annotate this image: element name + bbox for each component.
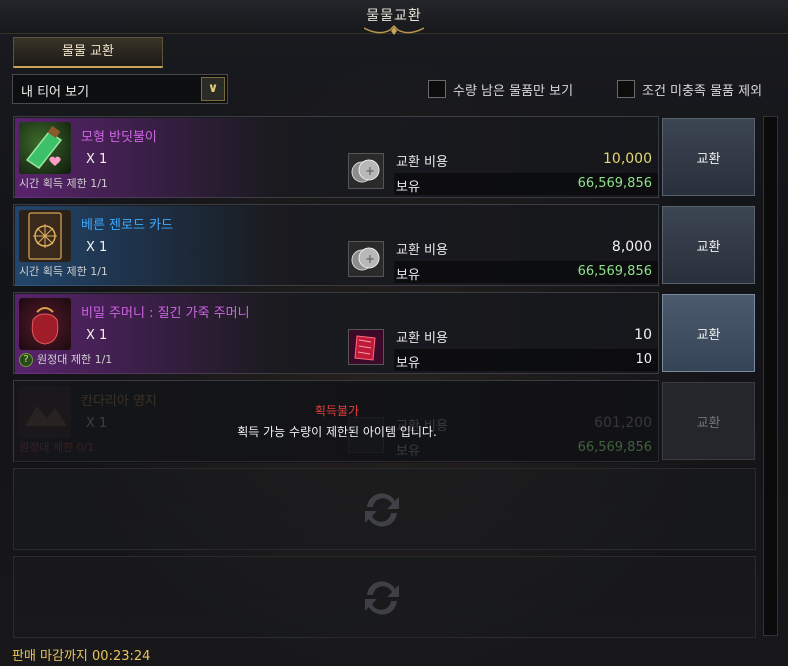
checkbox-exclude-unmet[interactable]: 조건 미충족 물품 제외 bbox=[617, 79, 762, 99]
chevron-down-icon[interactable]: ∨ bbox=[201, 77, 225, 101]
svg-text:+: + bbox=[365, 252, 375, 266]
unavailable-title: 획득불가 bbox=[314, 404, 360, 418]
cost-value: 8,000 bbox=[611, 239, 652, 255]
item-row-body: 칸다리아 영지 X 1 원정대 제한 0/1 교환 비용 601,200 보유 … bbox=[13, 380, 660, 463]
title-ornament-icon bbox=[364, 24, 424, 35]
svg-text:+: + bbox=[365, 164, 375, 178]
cost-label: 교환 비용 bbox=[396, 243, 448, 258]
checkbox-remaining-label: 수량 남은 물품만 보기 bbox=[453, 83, 574, 99]
window-title: 물물교환 bbox=[366, 8, 422, 24]
exchange-button[interactable]: 교환 bbox=[662, 294, 755, 372]
owned-label: 보유 bbox=[396, 356, 420, 371]
item-row-body: 비밀 주머니 : 질긴 가죽 주머니 X 1 ? 원정대 제한 1/1 교환 비용… bbox=[13, 292, 659, 374]
item-quantity: X 1 bbox=[86, 328, 108, 343]
item-limit-text: 원정대 제한 1/1 bbox=[37, 353, 113, 366]
item-row-body: 모형 반딧불이 X 1 시간 획득 제한 1/1 + 교환 비용 10,000 … bbox=[13, 116, 659, 198]
list-item-unavailable: 칸다리아 영지 X 1 원정대 제한 0/1 교환 비용 601,200 보유 … bbox=[13, 380, 756, 463]
card-icon bbox=[19, 210, 71, 262]
tier-dropdown[interactable]: 내 티어 보기 ∨ bbox=[12, 74, 228, 104]
checkbox-remaining-only[interactable]: 수량 남은 물품만 보기 bbox=[428, 79, 573, 99]
exchange-button-disabled: 교환 bbox=[662, 382, 755, 460]
refresh-icon bbox=[365, 493, 399, 527]
item-name: 베른 젠로드 카드 bbox=[81, 218, 173, 233]
item-list: 모형 반딧불이 X 1 시간 획득 제한 1/1 + 교환 비용 10,000 … bbox=[13, 116, 756, 640]
window-titlebar: 물물교환 bbox=[0, 0, 788, 35]
cost-label: 교환 비용 bbox=[396, 331, 448, 346]
refresh-icon bbox=[365, 581, 399, 615]
unavailable-message: 획득 가능 수량이 제한된 아이템 입니다. bbox=[237, 425, 437, 439]
item-limit: 시간 획득 제한 1/1 bbox=[19, 265, 108, 278]
item-limit: ? 원정대 제한 1/1 bbox=[19, 351, 112, 367]
owned-value: 66,569,856 bbox=[577, 264, 652, 279]
empty-slot bbox=[13, 468, 756, 550]
checkbox-box[interactable] bbox=[617, 80, 635, 98]
sale-deadline: 판매 마감까지 00:23:24 bbox=[12, 649, 151, 664]
list-item: 모형 반딧불이 X 1 시간 획득 제한 1/1 + 교환 비용 10,000 … bbox=[13, 116, 756, 198]
owned-label: 보유 bbox=[396, 268, 420, 283]
firefly-bottle-icon bbox=[19, 122, 71, 174]
owned-strip bbox=[394, 349, 658, 371]
cost-value: 10 bbox=[634, 327, 652, 343]
item-row-body: 베른 젠로드 카드 X 1 시간 획득 제한 1/1 + 교환 비용 8,000… bbox=[13, 204, 659, 286]
cost-value: 10,000 bbox=[603, 151, 652, 167]
checkbox-box[interactable] bbox=[428, 80, 446, 98]
list-item: 베른 젠로드 카드 X 1 시간 획득 제한 1/1 + 교환 비용 8,000… bbox=[13, 204, 756, 286]
exchange-button[interactable]: 교환 bbox=[662, 206, 755, 284]
unavailable-overlay: 획득불가 획득 가능 수량이 제한된 아이템 입니다. bbox=[14, 381, 660, 463]
item-quantity: X 1 bbox=[86, 152, 108, 167]
tier-dropdown-value: 내 티어 보기 bbox=[21, 85, 90, 100]
item-name: 모형 반딧불이 bbox=[81, 130, 157, 145]
owned-label: 보유 bbox=[396, 180, 420, 195]
item-limit: 시간 획득 제한 1/1 bbox=[19, 177, 108, 190]
empty-slot bbox=[13, 556, 756, 638]
pouch-icon bbox=[19, 298, 71, 350]
owned-value: 10 bbox=[635, 352, 652, 367]
tab-barter[interactable]: 물물 교환 bbox=[13, 37, 163, 68]
question-icon[interactable]: ? bbox=[19, 353, 33, 367]
exchange-button[interactable]: 교환 bbox=[662, 118, 755, 196]
cost-label: 교환 비용 bbox=[396, 155, 448, 170]
list-item: 비밀 주머니 : 질긴 가죽 주머니 X 1 ? 원정대 제한 1/1 교환 비용… bbox=[13, 292, 756, 374]
silver-coin-icon: + bbox=[348, 241, 384, 277]
checkbox-exclude-label: 조건 미충족 물품 제외 bbox=[642, 83, 763, 99]
owned-value: 66,569,856 bbox=[577, 176, 652, 191]
cloth-material-icon bbox=[348, 329, 384, 365]
item-name: 비밀 주머니 : 질긴 가죽 주머니 bbox=[81, 306, 250, 321]
item-quantity: X 1 bbox=[86, 240, 108, 255]
silver-coin-icon: + bbox=[348, 153, 384, 189]
list-scrollbar[interactable] bbox=[763, 116, 778, 636]
